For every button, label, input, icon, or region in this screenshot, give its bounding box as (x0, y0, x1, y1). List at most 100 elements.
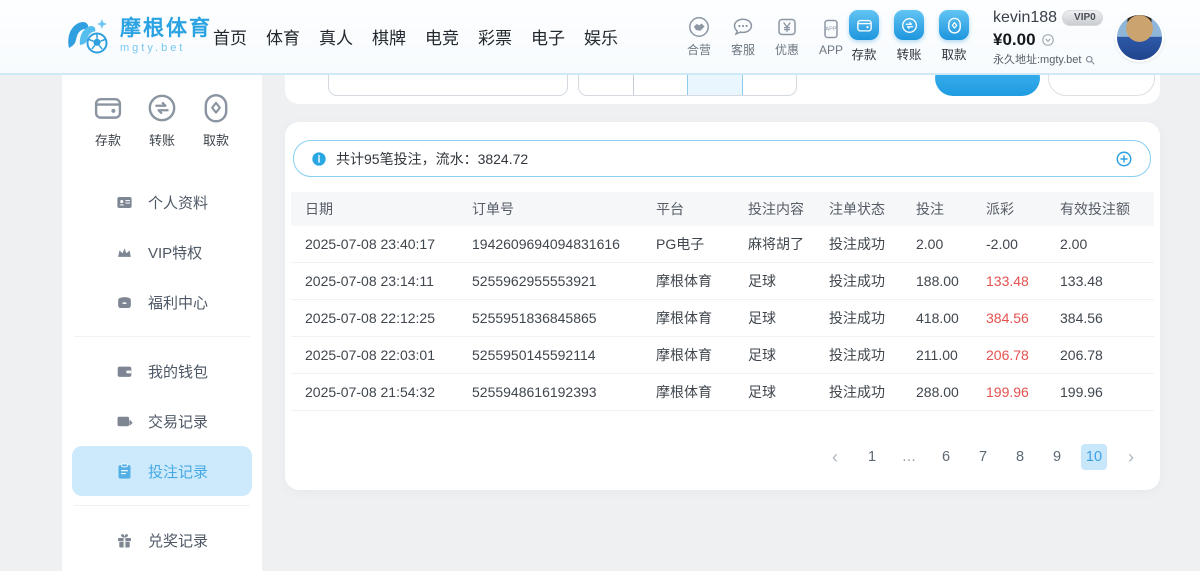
table-cell: 2025-07-08 22:12:25 (291, 310, 472, 326)
table-header-cell: 有效投注额 (1060, 199, 1154, 219)
wallet-action-label: 存款 (851, 44, 876, 63)
table-row: 2025-07-08 23:40:171942609694094831616PG… (291, 226, 1154, 263)
page-number[interactable]: 10 (1081, 444, 1107, 470)
table-cell: 5255948616192393 (472, 384, 656, 400)
table-cell: 2025-07-08 22:03:01 (291, 347, 472, 363)
sidebar-item[interactable]: 我的钱包 (72, 346, 252, 396)
sidebar-item-label: 个人资料 (148, 192, 208, 213)
table-header-cell: 投注 (916, 199, 986, 219)
sidebar-item[interactable]: 兑奖记录 (72, 515, 252, 565)
sidebar-item[interactable]: 交易记录 (72, 396, 252, 446)
header-quick-coupon[interactable]: 优惠 (770, 15, 804, 58)
permanent-address: 永久地址:mgty.bet (993, 54, 1081, 67)
sidebar-item-label: 福利中心 (148, 292, 208, 313)
id-card-icon (115, 193, 134, 212)
table-cell: 2025-07-08 23:14:11 (291, 273, 472, 289)
transfer-icon (145, 91, 179, 125)
sidebar: 存款 转账取款 个人资料 VIP特权福利中心我的钱包交易记录投注记录兑奖记录 (62, 75, 262, 571)
quick-icon-label: 优惠 (775, 41, 799, 58)
plus-circle-icon[interactable] (1115, 150, 1133, 168)
balance-amount: ¥0.00 (993, 30, 1036, 50)
magnifier-icon[interactable] (1084, 54, 1096, 66)
logo-football-icon (64, 12, 112, 60)
table-cell: 211.00 (916, 347, 986, 363)
table-cell: 133.48 (1060, 273, 1154, 289)
coupon-icon (775, 15, 799, 39)
header-quick-customer-service[interactable]: 客服 (726, 15, 760, 58)
summary-bar: 共计95笔投注，流水：3824.72 (293, 140, 1151, 177)
withdraw-icon (939, 10, 969, 40)
table-cell: 288.00 (916, 384, 986, 400)
redeem-icon (115, 531, 134, 550)
table-cell: 199.96 (986, 384, 1060, 400)
sidebar-item-label: VIP特权 (148, 242, 202, 263)
page-prev-button[interactable]: ‹ (822, 444, 848, 470)
wallet-action-withdraw[interactable]: 取款 (939, 10, 969, 63)
nav-item[interactable]: 真人 (319, 24, 353, 49)
crown-icon (115, 243, 134, 262)
app-icon: APP (819, 17, 843, 41)
nav-item[interactable]: 棋牌 (372, 24, 406, 49)
table-cell: 2025-07-08 21:54:32 (291, 384, 472, 400)
table-cell: 188.00 (916, 273, 986, 289)
svg-text:APP: APP (825, 26, 836, 32)
table-cell: 5255962955553921 (472, 273, 656, 289)
page-number[interactable]: 1 (859, 444, 885, 470)
nav-item[interactable]: 首页 (213, 24, 247, 49)
page-number[interactable]: 8 (1007, 444, 1033, 470)
nav-item[interactable]: 体育 (266, 24, 300, 49)
sidebar-item-label: 交易记录 (148, 411, 208, 432)
table-cell: 206.78 (986, 347, 1060, 363)
sidebar-menu: 个人资料 VIP特权福利中心我的钱包交易记录投注记录兑奖记录 (62, 177, 262, 565)
quick-icon-label: 客服 (731, 41, 755, 58)
pagination: ‹1…678910› (822, 444, 1144, 470)
bet-records-card: 共计95笔投注，流水：3824.72 日期订单号平台投注内容注单状态投注派彩有效… (285, 122, 1160, 490)
wallet-action-transfer[interactable]: 转账 (894, 10, 924, 63)
sidebar-item[interactable]: 投注记录 (72, 446, 252, 496)
table-cell: 足球 (748, 382, 829, 402)
sidebar-quick-label: 取款 (203, 130, 229, 149)
page: 摩根体育 mgty.bet 首页体育真人棋牌电竞彩票电子娱乐 合营 客服 优惠 APP… (0, 0, 1200, 571)
balance-refresh-icon[interactable] (1041, 33, 1055, 47)
nav-item[interactable]: 电竞 (425, 24, 459, 49)
sidebar-quick-label: 存款 (95, 130, 121, 149)
wallet-action-wallet[interactable]: 存款 (849, 10, 879, 63)
user-avatar[interactable] (1117, 15, 1162, 60)
table-cell: PG电子 (656, 234, 748, 254)
vip-badge: VIP0 (1062, 10, 1103, 26)
sidebar-item[interactable]: 福利中心 (72, 277, 252, 327)
user-block: kevin188 VIP0 ¥0.00 永久地址:mgty.bet (993, 9, 1113, 67)
sidebar-item-label: 我的钱包 (148, 361, 208, 382)
sidebar-item-label: 投注记录 (148, 461, 208, 482)
quick-icon-label: 合营 (687, 41, 711, 58)
sidebar-item[interactable]: 个人资料 (72, 177, 252, 227)
table-cell: 摩根体育 (656, 382, 748, 402)
sidebar-quick-actions: 存款 转账取款 (62, 75, 262, 149)
nav-item[interactable]: 彩票 (478, 24, 512, 49)
transfer-icon (894, 10, 924, 40)
sidebar-quick-transfer[interactable]: 转账 (145, 91, 179, 149)
table-header-cell: 平台 (656, 199, 748, 219)
nav-item[interactable]: 电子 (531, 24, 565, 49)
table-cell: 投注成功 (829, 234, 916, 254)
sidebar-item[interactable]: VIP特权 (72, 227, 252, 277)
nav-item[interactable]: 娱乐 (584, 24, 618, 49)
page-number[interactable]: 7 (970, 444, 996, 470)
page-number[interactable]: 9 (1044, 444, 1070, 470)
username[interactable]: kevin188 (993, 9, 1057, 27)
top-header: 摩根体育 mgty.bet 首页体育真人棋牌电竞彩票电子娱乐 合营 客服 优惠 APP… (0, 0, 1200, 75)
sidebar-divider (74, 505, 250, 506)
sidebar-quick-wallet[interactable]: 存款 (91, 91, 125, 149)
sidebar-quick-withdraw[interactable]: 取款 (199, 91, 233, 149)
page-number[interactable]: 6 (933, 444, 959, 470)
table-cell: 1942609694094831616 (472, 236, 656, 252)
table-cell: -2.00 (986, 236, 1060, 252)
table-cell: 384.56 (1060, 310, 1154, 326)
bet-record-icon (115, 462, 134, 481)
header-quick-handshake[interactable]: 合营 (682, 15, 716, 58)
header-quick-app[interactable]: APPAPP (814, 17, 848, 57)
brand-logo[interactable]: 摩根体育 mgty.bet (64, 12, 212, 60)
page-next-button[interactable]: › (1118, 444, 1144, 470)
sidebar-divider (74, 336, 250, 337)
table-header-cell: 订单号 (472, 199, 656, 219)
